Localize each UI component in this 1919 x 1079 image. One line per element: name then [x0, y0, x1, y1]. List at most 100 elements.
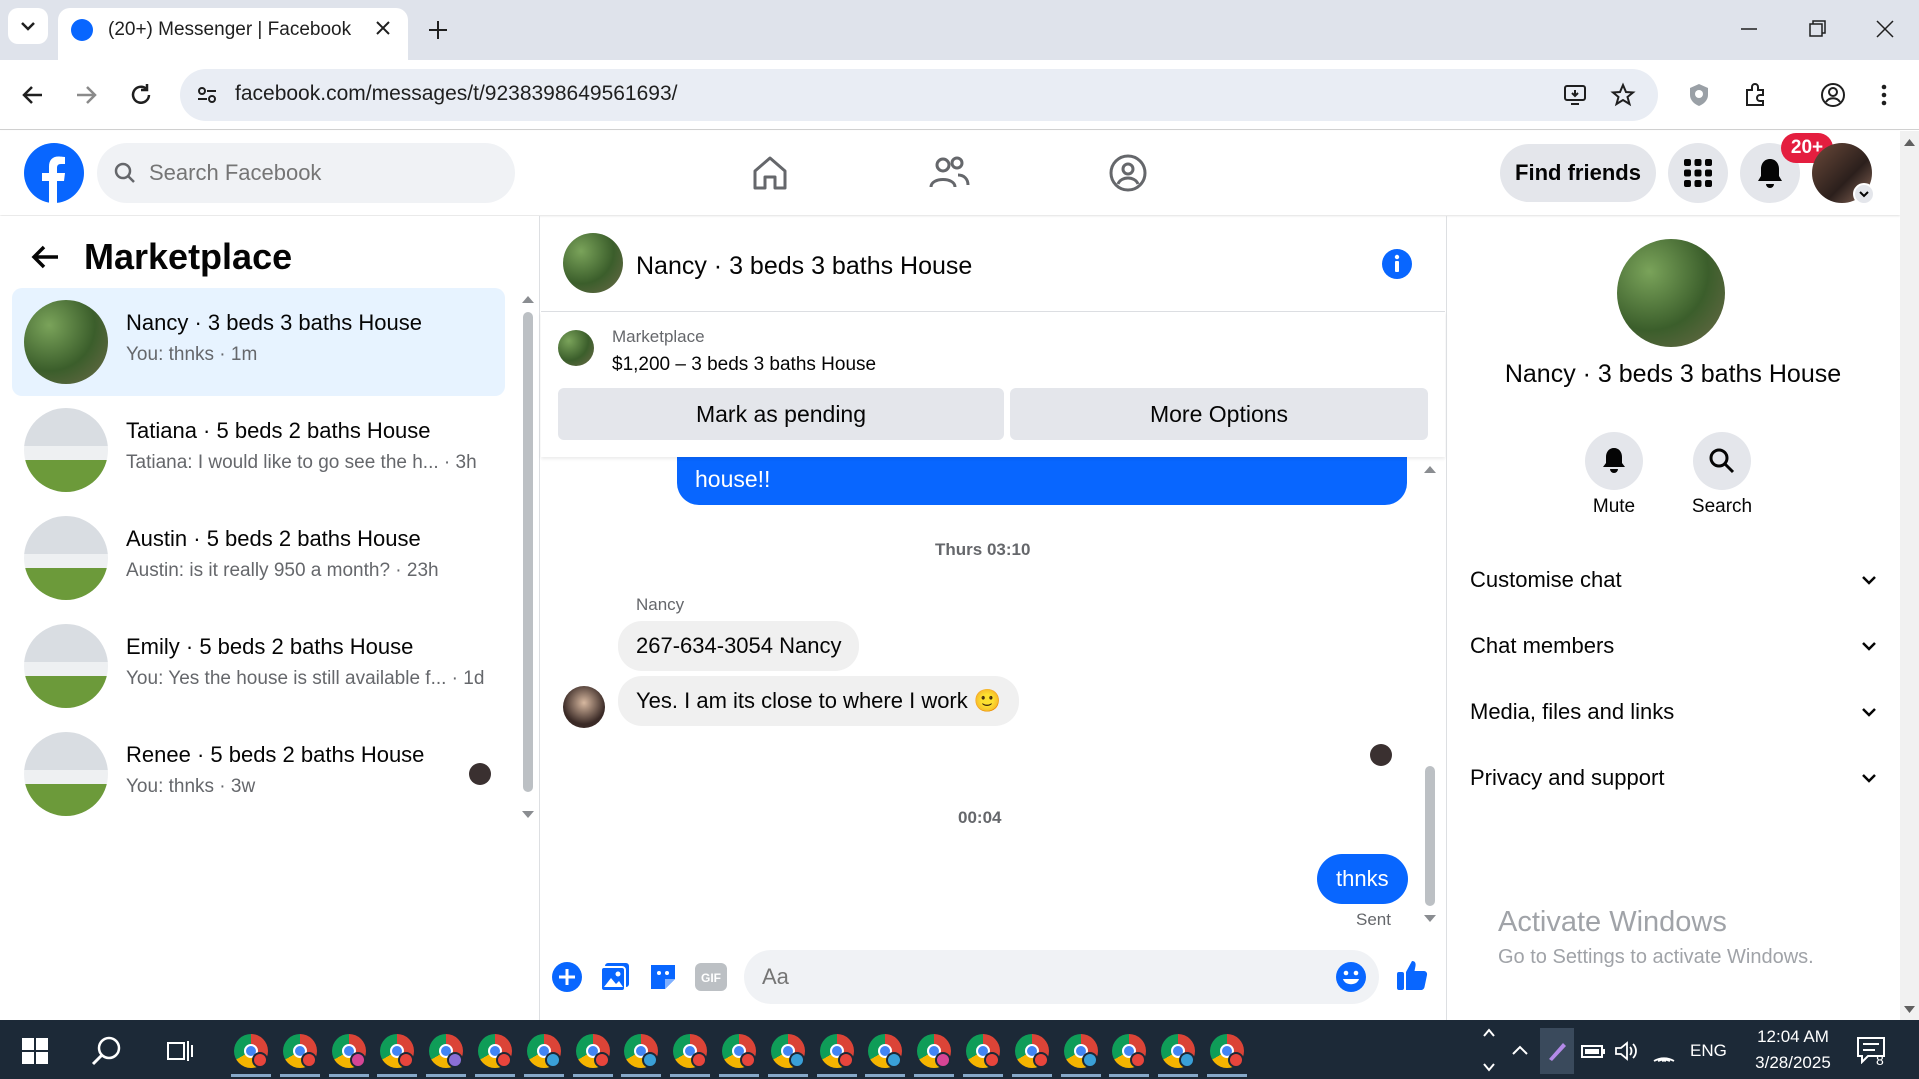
emoji-icon[interactable] [1335, 961, 1367, 993]
chrome-taskbar-icon[interactable] [1064, 1034, 1098, 1068]
back-arrow-icon[interactable] [30, 241, 62, 273]
search-in-chat-button[interactable] [1693, 432, 1751, 490]
battery-icon[interactable] [1580, 1041, 1606, 1061]
chat-members-section[interactable]: Chat members [1470, 621, 1880, 671]
bookmark-star-icon[interactable] [1610, 82, 1636, 108]
scroll-up-arrow-icon[interactable] [521, 294, 535, 304]
chrome-taskbar-icon[interactable] [673, 1034, 707, 1068]
chrome-taskbar-icon[interactable] [722, 1034, 756, 1068]
new-tab-icon[interactable] [426, 18, 450, 42]
browser-menu-icon[interactable] [1878, 82, 1890, 108]
chrome-taskbar-icon[interactable] [478, 1034, 512, 1068]
more-options-button[interactable]: More Options [1010, 388, 1428, 440]
pen-app-icon[interactable] [1540, 1028, 1574, 1074]
taskbar-search-icon[interactable] [90, 1034, 124, 1068]
facebook-search[interactable] [97, 143, 515, 203]
chrome-taskbar-icon[interactable] [966, 1034, 1000, 1068]
chrome-taskbar-icon[interactable] [380, 1034, 414, 1068]
conversation-item[interactable]: Austin · 5 beds 2 baths House Austin: is… [12, 504, 505, 612]
incoming-message[interactable]: Yes. I am its close to where I work 🙂 [618, 676, 1020, 726]
site-info-icon[interactable] [195, 83, 219, 107]
scroll-down-arrow-icon[interactable] [1903, 1005, 1916, 1015]
chat-scrollbar[interactable] [1425, 766, 1435, 906]
input-language[interactable]: ENG [1690, 1041, 1727, 1061]
conversation-item[interactable]: Nancy · 3 beds 3 baths House You: thnks … [12, 288, 505, 396]
photo-icon[interactable] [599, 961, 631, 993]
close-window-icon[interactable] [1874, 18, 1896, 40]
back-arrow-icon[interactable] [20, 82, 46, 108]
privacy-support-section[interactable]: Privacy and support [1470, 753, 1880, 803]
scroll-up-arrow-icon[interactable] [1423, 464, 1437, 474]
conversation-item[interactable]: Emily · 5 beds 2 baths House You: Yes th… [12, 612, 505, 720]
windows-start-icon[interactable] [22, 1038, 48, 1064]
listing-thumbnail[interactable] [558, 330, 594, 366]
chrome-taskbar-icon[interactable] [868, 1034, 902, 1068]
chrome-taskbar-icon[interactable] [429, 1034, 463, 1068]
minimize-icon[interactable] [1738, 18, 1760, 40]
info-icon[interactable] [1381, 248, 1413, 280]
chrome-taskbar-icon[interactable] [1112, 1034, 1146, 1068]
outgoing-message[interactable]: thnks [1317, 854, 1408, 904]
groups-icon[interactable] [1108, 153, 1148, 193]
conversation-list-scrollbar[interactable] [523, 312, 533, 792]
reload-icon[interactable] [128, 82, 154, 108]
menu-button[interactable] [1668, 143, 1728, 203]
url-text[interactable]: facebook.com/messages/t/9238398649561693… [235, 82, 678, 106]
clock-time[interactable]: 12:04 AM [1733, 1027, 1853, 1047]
mute-button[interactable] [1585, 432, 1643, 490]
clock-date[interactable]: 3/28/2025 [1733, 1053, 1853, 1073]
facebook-logo-icon[interactable] [24, 143, 84, 203]
chat-title[interactable]: Nancy · 3 beds 3 baths House [636, 252, 972, 281]
scroll-down-arrow-icon[interactable] [521, 810, 535, 820]
profile-icon[interactable] [1820, 82, 1846, 108]
extensions-puzzle-icon[interactable] [1742, 82, 1768, 108]
message-input[interactable] [762, 950, 1282, 1004]
friends-icon[interactable] [928, 153, 970, 193]
page-scrollbar[interactable] [1900, 131, 1919, 1021]
search-input[interactable] [149, 143, 499, 203]
conversation-item[interactable]: Tatiana · 5 beds 2 baths House Tatiana: … [12, 396, 505, 504]
chrome-taskbar-icon[interactable] [283, 1034, 317, 1068]
scroll-down-arrow-icon[interactable] [1423, 914, 1437, 924]
chrome-taskbar-icon[interactable] [1161, 1034, 1195, 1068]
home-icon[interactable] [750, 153, 790, 193]
customise-chat-section[interactable]: Customise chat [1470, 555, 1880, 605]
message-composer[interactable] [744, 950, 1379, 1004]
install-app-icon[interactable] [1562, 82, 1588, 108]
chrome-taskbar-icon[interactable] [576, 1034, 610, 1068]
chrome-taskbar-icon[interactable] [624, 1034, 658, 1068]
chrome-taskbar-icon[interactable] [332, 1034, 366, 1068]
restore-icon[interactable] [1806, 18, 1828, 40]
chrome-taskbar-icon[interactable] [1015, 1034, 1049, 1068]
chrome-taskbar-icon[interactable] [771, 1034, 805, 1068]
sender-avatar[interactable] [563, 686, 605, 728]
scroll-up-arrow-icon[interactable] [1903, 137, 1916, 147]
wifi-icon[interactable] [1651, 1041, 1677, 1063]
media-files-links-section[interactable]: Media, files and links [1470, 687, 1880, 737]
gif-icon[interactable]: GIF [695, 963, 727, 991]
mark-as-pending-button[interactable]: Mark as pending [558, 388, 1004, 440]
chat-avatar[interactable] [563, 233, 623, 293]
task-view-icon[interactable] [166, 1038, 194, 1064]
shield-extension-icon[interactable] [1686, 82, 1712, 108]
chrome-taskbar-icon[interactable] [917, 1034, 951, 1068]
tab-close-icon[interactable] [372, 17, 394, 39]
show-hidden-icons-icon[interactable] [1510, 1041, 1530, 1061]
volume-icon[interactable] [1614, 1041, 1638, 1061]
tab-list-button[interactable] [8, 8, 48, 44]
sticker-icon[interactable] [647, 961, 679, 993]
forward-arrow-icon[interactable] [73, 82, 99, 108]
account-chevron-icon[interactable] [1853, 183, 1875, 205]
chrome-taskbar-icon[interactable] [1210, 1034, 1244, 1068]
find-friends-button[interactable]: Find friends [1500, 144, 1656, 202]
chrome-taskbar-icon[interactable] [527, 1034, 561, 1068]
profile-avatar-large[interactable] [1617, 239, 1725, 347]
like-thumbs-up-icon[interactable] [1395, 958, 1429, 992]
taskbar-scroll-arrows-icon[interactable] [1482, 1024, 1496, 1076]
chrome-taskbar-icon[interactable] [820, 1034, 854, 1068]
listing-title[interactable]: $1,200 – 3 beds 3 baths House [612, 354, 876, 376]
plus-circle-icon[interactable] [551, 961, 583, 993]
chrome-taskbar-icon[interactable] [234, 1034, 268, 1068]
conversation-item[interactable]: Renee · 5 beds 2 baths House You: thnks … [12, 720, 505, 828]
incoming-message[interactable]: 267-634-3054 Nancy [618, 621, 860, 671]
